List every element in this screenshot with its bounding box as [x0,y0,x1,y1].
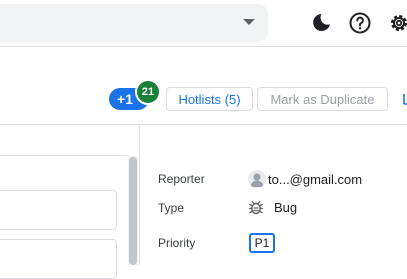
priority-chip[interactable]: P1 [249,233,275,253]
comment-field[interactable] [0,239,117,279]
settings-gear-icon[interactable] [387,11,407,35]
type-label: Type [158,201,185,215]
moon-icon[interactable] [309,11,333,35]
bug-icon [249,200,263,215]
panel-divider [139,125,140,265]
scrollbar-thumb[interactable] [129,157,137,265]
priority-label: Priority [158,236,196,250]
action-row-divider [0,124,407,125]
type-value[interactable]: Bug [274,200,297,215]
left-panel-divider [0,155,127,156]
avatar-person-icon [250,173,264,187]
avatar [248,170,266,188]
plus-one-label: +1 [117,91,133,107]
reporter-value[interactable]: to...@gmail.com [268,172,362,187]
search-bar[interactable] [0,4,268,42]
mark-as-duplicate-button[interactable]: Mark as Duplicate [257,87,388,111]
reporter-label: Reporter [158,172,205,186]
link-icon[interactable] [401,90,407,108]
help-icon[interactable] [348,11,372,35]
comment-field[interactable] [0,190,117,230]
dropdown-caret-icon[interactable] [243,19,255,25]
hotlists-button[interactable]: Hotlists (5) [166,87,253,111]
plus-one-count-badge: 21 [135,79,161,105]
topbar-divider [0,46,407,47]
